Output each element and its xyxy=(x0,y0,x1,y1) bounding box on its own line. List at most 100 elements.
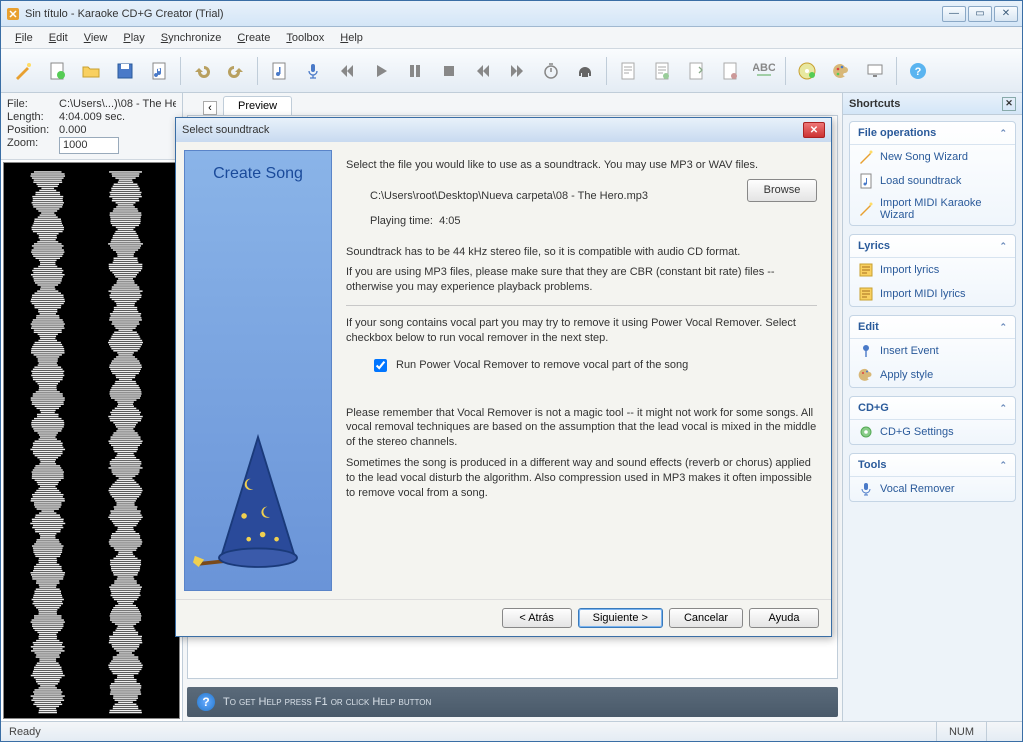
dialog-close-icon[interactable]: ✕ xyxy=(803,122,825,138)
browse-button[interactable]: Browse xyxy=(747,179,817,202)
shortcuts-header: Shortcuts ✕ xyxy=(843,93,1022,115)
position-label: Position: xyxy=(7,124,59,136)
titlebar: Sin título - Karaoke CD+G Creator (Trial… xyxy=(1,1,1022,27)
lyrics-icon xyxy=(858,262,874,278)
group-file-operations[interactable]: File operations⌃ xyxy=(850,122,1015,145)
close-button[interactable]: ✕ xyxy=(994,6,1018,22)
palette-icon[interactable] xyxy=(825,55,857,87)
new-file-icon[interactable] xyxy=(41,55,73,87)
doc2-icon[interactable] xyxy=(646,55,678,87)
tab-prev-icon[interactable]: ‹ xyxy=(203,101,217,115)
next-button[interactable]: Siguiente > xyxy=(578,608,663,628)
redo-icon[interactable] xyxy=(220,55,252,87)
shortcut-load-soundtrack[interactable]: Load soundtrack xyxy=(850,169,1015,193)
wizard-icon[interactable] xyxy=(7,55,39,87)
skip-back-icon[interactable] xyxy=(331,55,363,87)
pause-icon[interactable] xyxy=(399,55,431,87)
help-bar[interactable]: ? To get Help press F1 or click Help but… xyxy=(187,687,838,717)
waveform-view[interactable]: (function(){ var svg = document.currentS… xyxy=(3,162,180,719)
svg-text:?: ? xyxy=(915,66,922,78)
dialog-buttons: < Atrás Siguiente > Cancelar Ayuda xyxy=(176,599,831,636)
shortcuts-close-icon[interactable]: ✕ xyxy=(1002,97,1016,111)
save-icon[interactable] xyxy=(109,55,141,87)
group-lyrics[interactable]: Lyrics⌃ xyxy=(850,235,1015,258)
load-audio-icon[interactable] xyxy=(143,55,175,87)
gear-icon xyxy=(858,424,874,440)
menu-toolbox[interactable]: Toolbox xyxy=(278,30,332,46)
zoom-label: Zoom: xyxy=(7,137,59,154)
playing-time-label: Playing time: xyxy=(370,215,433,227)
group-tools[interactable]: Tools⌃ xyxy=(850,454,1015,477)
shortcut-import-lyrics[interactable]: Import lyrics xyxy=(850,258,1015,282)
chevron-up-icon: ⌃ xyxy=(999,460,1007,471)
open-folder-icon[interactable] xyxy=(75,55,107,87)
microphone-icon xyxy=(858,481,874,497)
select-soundtrack-dialog: Select soundtrack ✕ Create Song xyxy=(175,117,832,637)
headphones-icon[interactable] xyxy=(569,55,601,87)
menu-file[interactable]: File xyxy=(7,30,41,46)
pin-icon xyxy=(858,343,874,359)
shortcut-import-midi-lyrics[interactable]: Import MIDI lyrics xyxy=(850,282,1015,306)
help-button[interactable]: Ayuda xyxy=(749,608,819,628)
doc3-icon[interactable] xyxy=(680,55,712,87)
help-icon[interactable]: ? xyxy=(902,55,934,87)
length-label: Length: xyxy=(7,111,59,123)
app-icon xyxy=(5,6,21,22)
vocal-intro-text: If your song contains vocal part you may… xyxy=(346,316,817,346)
menu-help[interactable]: Help xyxy=(332,30,371,46)
dialog-content: Select the file you would like to use as… xyxy=(340,150,823,591)
menu-edit[interactable]: Edit xyxy=(41,30,76,46)
menubar: File Edit View Play Synchronize Create T… xyxy=(1,27,1022,49)
shortcut-apply-style[interactable]: Apply style xyxy=(850,363,1015,387)
undo-icon[interactable] xyxy=(186,55,218,87)
group-edit[interactable]: Edit⌃ xyxy=(850,316,1015,339)
position-value: 0.000 xyxy=(59,124,176,136)
minimize-button[interactable]: — xyxy=(942,6,966,22)
shortcut-new-song-wizard[interactable]: New Song Wizard xyxy=(850,145,1015,169)
note-icon[interactable] xyxy=(263,55,295,87)
file-info: File:C:\Users\...)\08 - The He Length:4:… xyxy=(1,93,182,160)
disclaimer-1: Please remember that Vocal Remover is no… xyxy=(346,406,817,451)
help-bar-text: To get Help press F1 or click Help butto… xyxy=(223,696,431,708)
group-cdg[interactable]: CD+G⌃ xyxy=(850,397,1015,420)
file-value: C:\Users\...)\08 - The He xyxy=(59,98,176,110)
length-value: 4:04.009 sec. xyxy=(59,111,176,123)
rewind-icon[interactable] xyxy=(467,55,499,87)
vocal-remover-checkbox[interactable] xyxy=(374,359,387,372)
svg-text:ABC: ABC xyxy=(753,62,775,74)
menu-synchronize[interactable]: Synchronize xyxy=(153,30,230,46)
chevron-up-icon: ⌃ xyxy=(999,322,1007,333)
toolbar: ABC ? xyxy=(1,49,1022,93)
shortcut-cdg-settings[interactable]: CD+G Settings xyxy=(850,420,1015,444)
tab-preview[interactable]: Preview xyxy=(223,96,292,115)
shortcuts-panel: Shortcuts ✕ File operations⌃ New Song Wi… xyxy=(842,93,1022,721)
doc4-icon[interactable] xyxy=(714,55,746,87)
file-label: File: xyxy=(7,98,59,110)
forward-icon[interactable] xyxy=(501,55,533,87)
dialog-intro-text: Select the file you would like to use as… xyxy=(346,158,817,173)
microphone-icon[interactable] xyxy=(297,55,329,87)
status-grip xyxy=(986,722,1014,741)
cancel-button[interactable]: Cancelar xyxy=(669,608,743,628)
play-icon[interactable] xyxy=(365,55,397,87)
shortcut-import-midi-wizard[interactable]: Import MIDI Karaoke Wizard xyxy=(850,193,1015,225)
menu-play[interactable]: Play xyxy=(115,30,152,46)
status-ready: Ready xyxy=(9,726,41,738)
stop-icon[interactable] xyxy=(433,55,465,87)
timer-icon[interactable] xyxy=(535,55,567,87)
maximize-button[interactable]: ▭ xyxy=(968,6,992,22)
disc-icon[interactable] xyxy=(791,55,823,87)
window-title: Sin título - Karaoke CD+G Creator (Trial… xyxy=(25,8,942,20)
shortcut-vocal-remover[interactable]: Vocal Remover xyxy=(850,477,1015,501)
shortcuts-title: Shortcuts xyxy=(849,98,900,110)
abc-icon[interactable]: ABC xyxy=(748,55,780,87)
doc1-icon[interactable] xyxy=(612,55,644,87)
help-bar-icon: ? xyxy=(197,693,215,711)
shortcut-insert-event[interactable]: Insert Event xyxy=(850,339,1015,363)
back-button[interactable]: < Atrás xyxy=(502,608,572,628)
monitor-icon[interactable] xyxy=(859,55,891,87)
disclaimer-2: Sometimes the song is produced in a diff… xyxy=(346,456,817,501)
zoom-input[interactable]: 1000 xyxy=(59,137,119,154)
menu-create[interactable]: Create xyxy=(229,30,278,46)
menu-view[interactable]: View xyxy=(76,30,116,46)
